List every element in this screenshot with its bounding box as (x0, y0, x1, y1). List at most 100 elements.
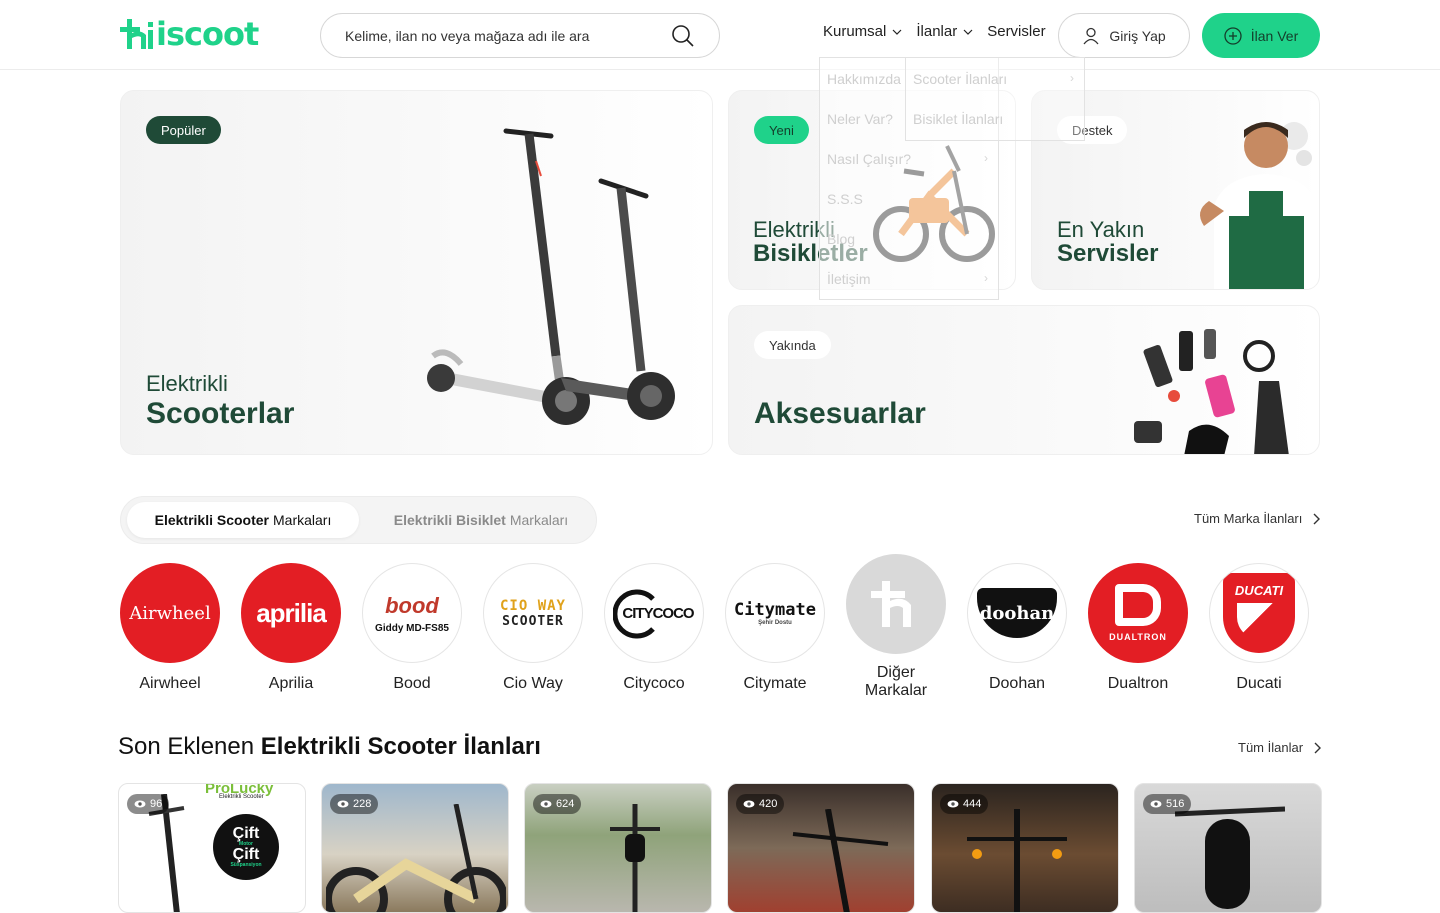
hiscoot-mark-icon (871, 581, 911, 627)
brand-logo: CIO WAY SCOOTER (483, 563, 583, 663)
chevron-down-icon (963, 29, 973, 35)
brand-logo-text: DUCATI (1234, 583, 1284, 598)
nav-kurumsal-label: Kurumsal (823, 23, 887, 40)
dropdown-item-iletisim[interactable]: İletişim (827, 271, 871, 287)
listing-overlay-sub: Elektrikli Scooter (219, 794, 264, 800)
plus-circle-icon (1224, 26, 1242, 45)
hero-card-scooters[interactable]: Popüler Elektrikli Scooterlar (120, 90, 713, 455)
brand-logo-text: doohan (979, 602, 1055, 624)
badge-yakinda: Yakında (754, 331, 831, 359)
site-logo[interactable]: iscoot (120, 14, 259, 54)
listing-card[interactable]: 444 (931, 783, 1119, 913)
brand-logo-subtext: Giddy MD-FS85 (375, 622, 449, 634)
login-label: Giriş Yap (1109, 27, 1166, 44)
brand-logo-text: CITYCOCO (622, 604, 694, 622)
tab-scooter-brands-rest: Markaları (273, 512, 332, 528)
doohan-badge: doohan (977, 588, 1057, 638)
post-ad-label: İlan Ver (1250, 27, 1299, 44)
listing-card[interactable]: 624 (524, 783, 712, 913)
site-header: iscoot Kurumsal İlanlar Servisler Giriş … (0, 0, 1440, 70)
listing-scooter-image (1175, 806, 1285, 909)
brand-citymate[interactable]: Citymate Şehir Dostu Citymate (725, 563, 825, 693)
search-input[interactable] (345, 27, 671, 44)
brand-logo (846, 554, 946, 654)
accessories-image (1134, 329, 1289, 454)
ducati-shield-stripe (1237, 603, 1281, 639)
search-icon[interactable] (671, 24, 695, 48)
brand-logo-text: aprilia (256, 597, 327, 628)
post-ad-button[interactable]: İlan Ver (1202, 13, 1320, 58)
brand-logo: DUCATI (1209, 563, 1309, 663)
brand-citycoco[interactable]: CITYCOCO Citycoco (604, 563, 704, 693)
listing-scooter-image (792, 809, 889, 912)
brand-ducati[interactable]: DUCATI Ducati (1209, 563, 1309, 693)
eye-icon (743, 800, 755, 808)
nav-kurumsal[interactable]: Kurumsal (823, 23, 902, 40)
dropdown-item-neler-var[interactable]: Neler Var? (827, 111, 893, 127)
dropdown-item-hakkimizda[interactable]: Hakkımızda (827, 71, 901, 87)
logo-mark-icon (120, 19, 153, 49)
tab-scooter-brands[interactable]: Elektrikli Scooter Markaları (127, 502, 359, 538)
dropdown-item-bisiklet-ilanlari[interactable]: Bisiklet İlanları (913, 111, 1003, 127)
brand-logo: doohan (967, 563, 1067, 663)
login-button[interactable]: Giriş Yap (1058, 13, 1190, 58)
listing-card[interactable]: 516 (1134, 783, 1322, 913)
view-count-value: 516 (1166, 798, 1185, 810)
dropdown-item-nasil-calisir[interactable]: Nasıl Çalışır? (827, 151, 911, 167)
badge-line-1: Çift (232, 825, 260, 842)
brand-doohan[interactable]: doohan Doohan (967, 563, 1067, 693)
brand-name: Ducati (1236, 675, 1282, 692)
mechanic-image (1200, 122, 1318, 289)
dualtron-mark-icon (1115, 584, 1161, 626)
brand-airwheel[interactable]: Airwheel Airwheel (120, 563, 220, 693)
tab-bike-brands-rest: Markaları (509, 512, 569, 528)
brand-bood[interactable]: bood Giddy MD-FS85 Bood (362, 563, 462, 693)
brand-logo: bood Giddy MD-FS85 (362, 563, 462, 663)
brand-logo-subtext: SCOOTER (502, 613, 564, 629)
brand-cio-way[interactable]: CIO WAY SCOOTER Cio Way (483, 563, 583, 693)
hero-card-accessories[interactable]: Yakında Aksesuarlar (728, 305, 1320, 455)
brand-logo: Citymate Şehir Dostu (725, 563, 825, 663)
latest-listings-title: Son Eklenen Elektrikli Scooter İlanları (118, 733, 541, 761)
nav-ilanlar-label: İlanlar (916, 23, 958, 40)
all-listings-label: Tüm İlanlar (1238, 740, 1304, 755)
chevron-down-icon (892, 29, 902, 35)
main-nav: Kurumsal İlanlar Servisler (823, 23, 1046, 40)
dropdown-item-blog[interactable]: Blog (827, 231, 855, 247)
badge-line-3: Çift (232, 846, 260, 863)
brand-name: Citymate (743, 675, 807, 692)
brand-other-brands[interactable]: Diğer Markalar (846, 554, 946, 700)
hero-service-title-bold: Servisler (1057, 240, 1159, 267)
all-brand-listings-link[interactable]: Tüm Marka İlanları (1194, 511, 1321, 526)
nav-ilanlar[interactable]: İlanlar (916, 23, 973, 40)
view-count-value: 444 (963, 798, 982, 810)
brand-logo-subtext: Şehir Dostu (758, 620, 792, 626)
dropdown-item-scooter-ilanlari[interactable]: Scooter İlanları (913, 71, 1007, 87)
all-listings-link[interactable]: Tüm İlanlar (1238, 740, 1322, 755)
listing-bike-image (326, 804, 506, 912)
view-count: 516 (1143, 794, 1192, 814)
view-count: 420 (736, 794, 785, 814)
tab-bike-brands[interactable]: Elektrikli Bisiklet Markaları (367, 502, 595, 538)
chevron-right-icon (1313, 513, 1321, 524)
brand-name: Citycoco (623, 675, 685, 692)
brand-aprilia[interactable]: aprilia Aprilia (241, 563, 341, 693)
view-count-value: 624 (556, 798, 575, 810)
listing-card[interactable]: ProLucky Elektrikli Scooter Çift Motor Ç… (118, 783, 306, 913)
hero-accessory-title-bold: Aksesuarlar (754, 397, 926, 430)
latest-title-bold: Elektrikli Scooter İlanları (260, 733, 541, 760)
chevron-right-icon (1314, 742, 1322, 753)
nav-servisler[interactable]: Servisler (987, 23, 1045, 40)
brand-logo: aprilia (241, 563, 341, 663)
listing-card[interactable]: 228 (321, 783, 509, 913)
brand-name: Dualtron (1107, 675, 1169, 692)
listing-card[interactable]: 420 (727, 783, 915, 913)
brand-logo-text: Citymate (734, 600, 816, 620)
brand-logo-text: DUALTRON (1109, 632, 1167, 642)
brand-dualtron[interactable]: DUALTRON Dualtron (1088, 563, 1188, 693)
brand-name: Cio Way (503, 675, 563, 692)
brand-name: Airwheel (139, 675, 201, 692)
brand-logo-text: bood (385, 592, 439, 618)
dropdown-item-sss[interactable]: S.S.S (827, 191, 863, 207)
badge-populer: Popüler (146, 116, 221, 144)
